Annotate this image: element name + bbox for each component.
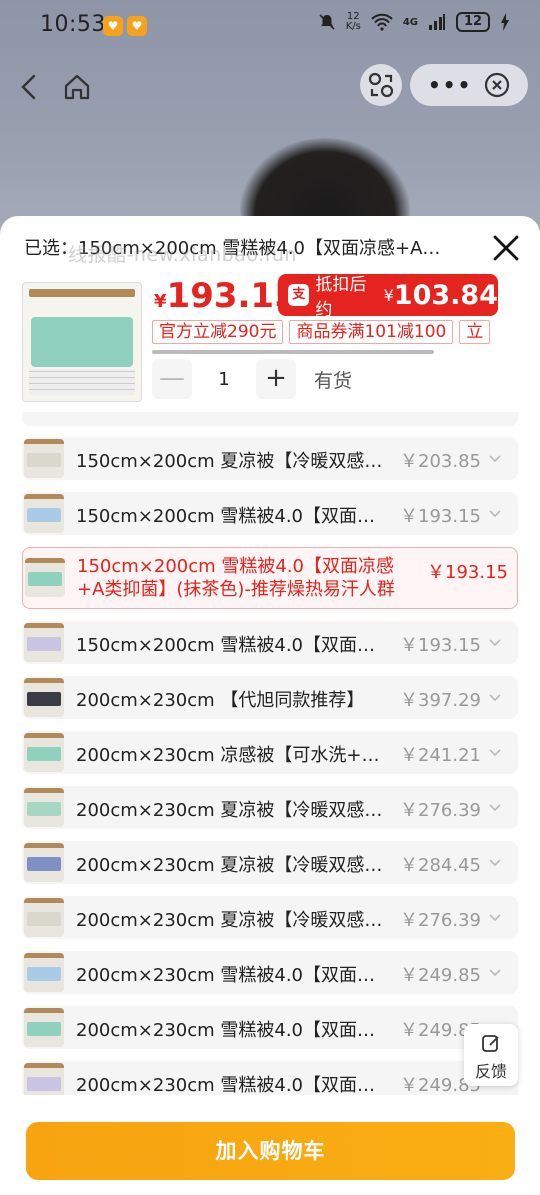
option-thumbnail — [24, 898, 64, 937]
quantity-stepper: — 1 + 有货 — [152, 359, 352, 399]
wifi-icon — [371, 13, 393, 31]
option-thumbnail — [24, 843, 64, 882]
option-name: 200cm×230cm 夏凉被【冷暖双感+A类抑菌】 — [76, 800, 388, 821]
status-bar: 10:53 ♥ ♥ 12 K/s 4G 12 — [0, 0, 540, 52]
sku-option-row[interactable]: 200cm×230cm 夏凉被【冷暖双感+A类抑菌】 ￥276.39 — [22, 896, 518, 939]
option-price: ￥249.85 — [400, 965, 481, 986]
sku-option-list: 150cm×200cm 夏凉被【冷暖双感+A类抑菌】￥203.85150cm×2… — [22, 412, 518, 1095]
option-thumbnail — [24, 1008, 64, 1047]
chevron-down-icon — [489, 804, 501, 812]
mini-program-capsule: ••• — [410, 64, 528, 106]
option-price: ￥276.39 — [400, 800, 481, 821]
option-name: 200cm×230cm 夏凉被【冷暖双感+A类抑菌】 — [76, 855, 388, 876]
alipay-icon: 支 — [288, 284, 310, 306]
option-name: 200cm×230cm 凉感被【可水洗+A类抑菌】 — [76, 745, 388, 766]
option-thumbnail — [24, 678, 64, 717]
option-thumbnail — [24, 494, 64, 533]
scan-button[interactable] — [360, 64, 402, 106]
option-name: 200cm×230cm 夏凉被【冷暖双感+A类抑菌】 — [76, 910, 388, 931]
watermark: 线报酷-new.xianbao.fun — [68, 244, 297, 266]
option-name: 200cm×230cm 雪糕被4.0【双面凉感+A类抑菌】 — [76, 1020, 388, 1041]
option-name: 200cm×230cm 【代旭同款推荐】 — [76, 690, 365, 711]
coupon-scroll-indicator — [152, 350, 434, 354]
option-thumbnail — [24, 733, 64, 772]
sku-option-row[interactable]: 200cm×230cm 雪糕被4.0【双面凉感+A类抑菌】￥249.85 — [22, 1006, 518, 1049]
home-icon[interactable] — [62, 72, 92, 102]
option-thumbnail — [24, 953, 64, 992]
option-name: 150cm×200cm 雪糕被4.0【双面凉感+A类抑菌】 — [76, 635, 388, 656]
network-speed: 12 K/s — [345, 11, 361, 32]
option-thumbnail — [25, 558, 65, 597]
feedback-label: 反馈 — [474, 1062, 507, 1081]
option-name: 150cm×200cm 雪糕被4.0【双面凉感+A类抑菌】 — [76, 506, 388, 527]
product-thumbnail[interactable] — [22, 282, 142, 402]
more-icon[interactable]: ••• — [428, 75, 472, 95]
coupon-tag: 官方立减290元 — [152, 320, 284, 344]
close-icon[interactable] — [490, 232, 522, 264]
option-thumbnail — [24, 439, 64, 478]
sku-option-row[interactable]: 200cm×230cm 凉感被【可水洗+A类抑菌】 ￥241.21 — [22, 731, 518, 774]
charging-icon — [501, 13, 509, 31]
chevron-down-icon — [489, 969, 501, 977]
option-price: ￥193.15 — [400, 506, 481, 527]
coupon-tag: 立 — [459, 320, 491, 344]
option-name: 150cm×200cm 夏凉被【冷暖双感+A类抑菌】 — [76, 451, 388, 472]
stock-status: 有货 — [314, 369, 353, 392]
chevron-down-icon — [489, 455, 501, 463]
decrease-button[interactable]: — — [152, 359, 192, 399]
sku-option-row[interactable]: 150cm×200cm 雪糕被4.0【双面凉感+A类抑菌】(抹茶色)-推荐燥热易… — [22, 547, 518, 609]
option-price: ￥397.29 — [400, 690, 481, 711]
option-price: ￥241.21 — [400, 745, 481, 766]
battery-indicator: 12 — [456, 12, 490, 32]
add-to-cart-button[interactable]: 加入购物车 — [26, 1122, 515, 1180]
option-price: ￥193.15 — [400, 635, 481, 656]
chevron-down-icon — [489, 639, 501, 647]
sku-option-row[interactable]: 200cm×230cm 夏凉被【冷暖双感+A类抑菌】 ￥284.45 — [22, 841, 518, 884]
option-thumbnail — [24, 623, 64, 662]
option-price: ￥284.45 — [400, 855, 481, 876]
option-name: 200cm×230cm 雪糕被4.0【双面凉感+A类抑菌】 — [76, 1075, 388, 1095]
chevron-down-icon — [489, 694, 501, 702]
mute-icon — [319, 14, 335, 30]
network-type: 4G — [402, 16, 418, 28]
edit-icon — [482, 1035, 499, 1052]
feedback-button[interactable]: 反馈 — [464, 1024, 518, 1086]
chevron-down-icon — [489, 510, 501, 518]
scan-icon — [368, 72, 394, 98]
sku-selector-sheet: 已选：150cm×200cm 雪糕被4.0【双面凉感+A类抑菌】(抹茶色)-推荐… — [0, 216, 540, 1195]
sku-option-row[interactable]: 150cm×200cm 夏凉被【冷暖双感+A类抑菌】 ￥203.85 — [22, 437, 518, 480]
option-row-partial[interactable] — [22, 412, 518, 426]
app-notification-icon: ♥ — [127, 16, 147, 36]
close-icon[interactable] — [484, 72, 510, 98]
option-price: ￥276.39 — [400, 910, 481, 931]
option-thumbnail — [24, 1063, 64, 1095]
chevron-down-icon — [489, 914, 501, 922]
back-icon[interactable] — [16, 72, 44, 102]
increase-button[interactable]: + — [256, 359, 296, 399]
signal-icon — [429, 14, 445, 30]
sku-option-row[interactable]: 200cm×230cm 夏凉被【冷暖双感+A类抑菌】 ￥276.39 — [22, 786, 518, 829]
app-notification-icon: ♥ — [103, 16, 123, 36]
option-price: ￥193.15 — [427, 562, 508, 583]
sku-option-row[interactable]: 150cm×200cm 雪糕被4.0【双面凉感+A类抑菌】 ￥193.15 — [22, 492, 518, 535]
chevron-down-icon — [489, 859, 501, 867]
current-price: ¥193.15 — [154, 276, 298, 316]
option-name: 150cm×200cm 雪糕被4.0【双面凉感+A类抑菌】(抹茶色)-推荐燥热易… — [77, 556, 395, 600]
quantity-value: 1 — [218, 368, 230, 390]
clock: 10:53 — [40, 12, 106, 37]
sku-option-row[interactable]: 150cm×200cm 雪糕被4.0【双面凉感+A类抑菌】 ￥193.15 — [22, 621, 518, 664]
deduction-price-badge: 支 抵扣后约 ¥ 103.84 — [278, 274, 498, 320]
coupon-tag: 商品券满101减100 — [289, 320, 454, 344]
sku-option-row[interactable]: 200cm×230cm 【代旭同款推荐】 ￥397.29 — [22, 676, 518, 719]
option-price: ￥203.85 — [400, 451, 481, 472]
sku-option-row[interactable]: 200cm×230cm 雪糕被4.0【双面凉感+A类抑菌】￥249.85 — [22, 1061, 518, 1095]
sku-option-row[interactable]: 200cm×230cm 雪糕被4.0【双面凉感+A类抑菌】 ￥249.85 — [22, 951, 518, 994]
option-thumbnail — [24, 788, 64, 827]
option-name: 200cm×230cm 雪糕被4.0【双面凉感+A类抑菌】 — [76, 965, 388, 986]
coupon-tags: 官方立减290元 商品券满101减100 立 — [152, 320, 502, 346]
chevron-down-icon — [489, 749, 501, 757]
